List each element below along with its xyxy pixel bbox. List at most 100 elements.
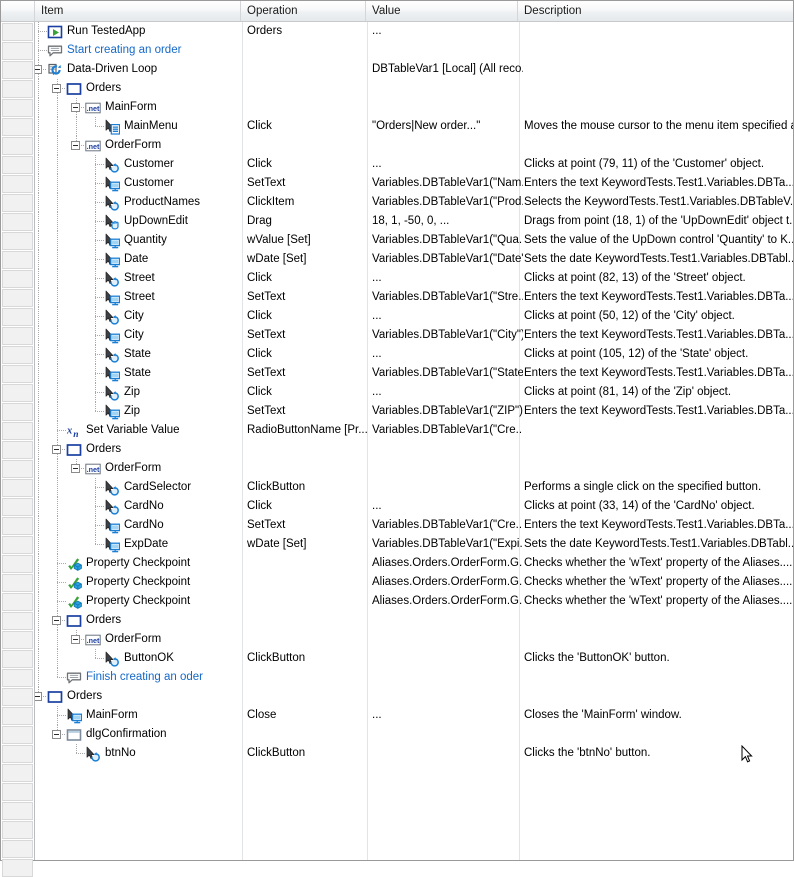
cell-operation[interactable]: ClickItem (242, 193, 371, 212)
tree-row[interactable]: Street SetText Variables.DBTableVar1("Stre… (35, 288, 793, 307)
cell-operation[interactable]: SetText (242, 174, 371, 193)
cell-operation[interactable]: wValue [Set] (242, 231, 371, 250)
cell-operation[interactable]: Click (242, 269, 371, 288)
cell-operation[interactable]: Close (242, 706, 371, 725)
cell-value[interactable]: ... (367, 345, 523, 364)
cell-operation[interactable]: wDate [Set] (242, 250, 371, 269)
cell-operation[interactable]: ClickButton (242, 744, 371, 763)
cell-value[interactable]: ... (367, 383, 523, 402)
cell-operation[interactable]: Click (242, 307, 371, 326)
cell-operation[interactable] (242, 687, 371, 706)
row-selector-cell[interactable] (2, 137, 33, 155)
cell-item[interactable]: Orders (35, 440, 242, 459)
cell-item[interactable]: btnNo (35, 744, 242, 763)
cell-item[interactable]: Street (35, 288, 242, 307)
cell-value[interactable]: ... (367, 155, 523, 174)
cell-operation[interactable]: Click (242, 345, 371, 364)
cell-description[interactable] (519, 22, 793, 41)
row-selector-cell[interactable] (2, 631, 33, 649)
row-selector-cell[interactable] (2, 289, 33, 307)
cell-item[interactable]: CardNo (35, 497, 242, 516)
cell-operation[interactable] (242, 611, 371, 630)
tree-row[interactable]: Finish creating an oder (35, 668, 793, 687)
cell-description[interactable] (519, 421, 793, 440)
row-selector-cell[interactable] (2, 42, 33, 60)
cell-item[interactable]: .net OrderForm (35, 459, 242, 478)
cell-description[interactable]: Enters the text KeywordTests.Test1.Varia… (519, 516, 793, 535)
cell-description[interactable]: Checks whether the 'wText' property of t… (519, 554, 793, 573)
cell-item[interactable]: State (35, 364, 242, 383)
expand-collapse-toggle[interactable] (71, 141, 80, 150)
cell-item[interactable]: Orders (35, 79, 242, 98)
cell-value[interactable]: Aliases.Orders.OrderForm.G... (367, 573, 523, 592)
cell-item[interactable]: Start creating an order (35, 41, 242, 60)
tree-row[interactable]: Orders (35, 440, 793, 459)
cell-operation[interactable] (242, 592, 371, 611)
cell-description[interactable]: Enters the text KeywordTests.Test1.Varia… (519, 402, 793, 421)
column-header-description[interactable]: Description (518, 1, 794, 21)
cell-description[interactable]: Clicks at point (50, 12) of the 'City' o… (519, 307, 793, 326)
cell-description[interactable]: Clicks at point (33, 14) of the 'CardNo'… (519, 497, 793, 516)
cell-operation[interactable] (242, 79, 371, 98)
cell-value[interactable] (367, 79, 523, 98)
tree-row[interactable]: ButtonOK ClickButton Clicks the 'ButtonOK'… (35, 649, 793, 668)
cell-item[interactable]: UpDownEdit (35, 212, 242, 231)
cell-value[interactable]: Variables.DBTableVar1("Nam... (367, 174, 523, 193)
cell-description[interactable]: Clicks at point (105, 12) of the 'State'… (519, 345, 793, 364)
cell-operation[interactable]: RadioButtonName [Pr... (242, 421, 371, 440)
cell-item[interactable]: Orders (35, 611, 242, 630)
cell-item[interactable]: dlgConfirmation (35, 725, 242, 744)
grid-body[interactable]: Run TestedApp Orders... Start creating an … (35, 22, 793, 860)
cell-value[interactable] (367, 459, 523, 478)
cell-item[interactable]: Finish creating an oder (35, 668, 242, 687)
cell-description[interactable]: Enters the text KeywordTests.Test1.Varia… (519, 288, 793, 307)
tree-row[interactable]: Orders (35, 79, 793, 98)
cell-operation[interactable] (242, 136, 371, 155)
tree-row[interactable]: Zip SetText Variables.DBTableVar1("ZIP") En… (35, 402, 793, 421)
row-selector-cell[interactable] (2, 574, 33, 592)
cell-description[interactable] (519, 79, 793, 98)
cell-operation[interactable] (242, 554, 371, 573)
row-selector-cell[interactable] (2, 859, 33, 877)
tree-row[interactable]: Customer SetText Variables.DBTableVar1("Na… (35, 174, 793, 193)
tree-row[interactable]: Quantity wValue [Set] Variables.DBTableVar… (35, 231, 793, 250)
cell-description[interactable]: Sets the date KeywordTests.Test1.Variabl… (519, 535, 793, 554)
row-selector-cell[interactable] (2, 175, 33, 193)
row-selector-cell[interactable] (2, 593, 33, 611)
row-selector-cell[interactable] (2, 327, 33, 345)
cell-operation[interactable]: ClickButton (242, 478, 371, 497)
cell-value[interactable]: ... (367, 497, 523, 516)
tree-row[interactable]: City Click... Clicks at point (50, 12) of … (35, 307, 793, 326)
cell-operation[interactable]: SetText (242, 288, 371, 307)
expand-collapse-toggle[interactable] (52, 84, 61, 93)
cell-description[interactable] (519, 60, 793, 79)
cell-operation[interactable] (242, 630, 371, 649)
row-selector-cell[interactable] (2, 555, 33, 573)
tree-row[interactable]: State Click... Clicks at point (105, 12) o… (35, 345, 793, 364)
cell-value[interactable]: DBTableVar1 [Local] (All reco... (367, 60, 523, 79)
cell-value[interactable]: Variables.DBTableVar1("Qua... (367, 231, 523, 250)
cell-value[interactable] (367, 744, 523, 763)
row-selector-cell[interactable] (2, 194, 33, 212)
cell-description[interactable] (519, 440, 793, 459)
cell-operation[interactable]: SetText (242, 326, 371, 345)
cell-description[interactable]: Closes the 'MainForm' window. (519, 706, 793, 725)
expand-collapse-toggle[interactable] (71, 635, 80, 644)
cell-value[interactable] (367, 687, 523, 706)
row-selector-cell[interactable] (2, 802, 33, 820)
cell-value[interactable] (367, 630, 523, 649)
cell-description[interactable] (519, 725, 793, 744)
cell-description[interactable] (519, 41, 793, 60)
cell-value[interactable]: Variables.DBTableVar1("State") (367, 364, 523, 383)
tree-row[interactable]: x n Set Variable Value RadioButtonName [Pr.… (35, 421, 793, 440)
cell-description[interactable]: Sets the date KeywordTests.Test1.Variabl… (519, 250, 793, 269)
expand-collapse-toggle[interactable] (71, 103, 80, 112)
cell-value[interactable] (367, 440, 523, 459)
cell-item[interactable]: Customer (35, 174, 242, 193)
row-selector-cell[interactable] (2, 384, 33, 402)
cell-value[interactable]: Variables.DBTableVar1("Cre... (367, 421, 523, 440)
tree-row[interactable]: ProductNames ClickItem Variables.DBTableVa… (35, 193, 793, 212)
cell-value[interactable]: Variables.DBTableVar1("Prod... (367, 193, 523, 212)
tree-row[interactable]: MainMenu Click "Orders|New order..." Moves … (35, 117, 793, 136)
row-selector-cell[interactable] (2, 764, 33, 782)
